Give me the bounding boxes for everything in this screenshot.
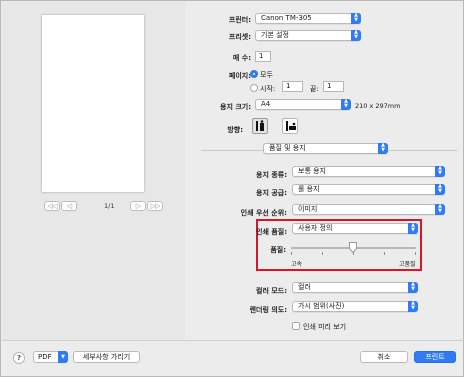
portrait-icon <box>256 120 264 131</box>
chevron-updown-icon: ▲ ▼ <box>435 166 445 177</box>
chevron-updown-icon: ▲ ▼ <box>408 223 418 234</box>
preview-panel: ◁◁ ◁ 1/1 ▷ ▷▷ <box>2 2 185 340</box>
chevron-updown-icon: ▲ ▼ <box>378 143 388 154</box>
pdf-menu-button[interactable]: PDF ▼ <box>33 351 68 363</box>
print-preview-label: 인쇄 미리 보기 <box>303 323 347 331</box>
chevron-updown-icon: ▲ ▼ <box>435 204 445 215</box>
panel-selector-value: 품질 및 용지 <box>269 144 306 152</box>
pages-all-radio[interactable] <box>250 70 258 78</box>
paper-source-select[interactable]: 롤 용지 ▲ ▼ <box>292 184 445 195</box>
orientation-label: 방향: <box>227 126 243 134</box>
chevron-updown-icon: ▲ ▼ <box>408 282 418 293</box>
prev-page-button[interactable]: ◁ <box>61 201 77 211</box>
pages-from-field[interactable]: 1 <box>282 81 303 92</box>
print-quality-select[interactable]: 사용자 정의 ▲ ▼ <box>292 223 418 234</box>
color-mode-value: 컬러 <box>298 283 311 291</box>
paper-dimensions: 210 x 297mm <box>355 102 401 110</box>
paper-source-value: 롤 용지 <box>298 185 320 193</box>
pages-to-label: 끝: <box>310 85 319 93</box>
pages-to-field[interactable]: 1 <box>323 81 344 92</box>
help-button[interactable]: ? <box>13 352 25 364</box>
paper-source-label: 용지 공급: <box>256 189 287 197</box>
footer-divider <box>2 340 464 341</box>
print-quality-label: 인쇄 품질: <box>256 228 287 236</box>
print-quality-value: 사용자 정의 <box>298 224 333 232</box>
rendering-intent-label: 렌더링 의도: <box>249 306 287 314</box>
pages-range-radio[interactable] <box>250 84 258 92</box>
chevron-updown-icon: ▲ ▼ <box>435 184 445 195</box>
quality-max-label: 고품질 <box>399 261 416 268</box>
color-mode-select[interactable]: 컬러 ▲ ▼ <box>292 282 418 293</box>
panel-selector[interactable]: 품질 및 용지 ▲ ▼ <box>263 143 388 154</box>
printer-select[interactable]: Canon TM-305 ▲ ▼ <box>255 13 361 24</box>
hide-details-button[interactable]: 세부사항 가리기 <box>73 351 140 363</box>
pages-all-label: 모두 <box>260 71 273 79</box>
chevron-updown-icon: ▲ ▼ <box>351 13 361 24</box>
preset-select[interactable]: 기본 설정 ▲ ▼ <box>255 30 361 41</box>
chevron-down-icon: ▼ <box>58 351 68 363</box>
print-button[interactable]: 프린트 <box>414 351 456 363</box>
copies-field[interactable]: 1 <box>255 51 271 62</box>
pages-label: 페이지: <box>228 72 251 80</box>
print-dialog: ◁◁ ◁ 1/1 ▷ ▷▷ 프린터: Canon TM-305 ▲ ▼ 프리셋: … <box>0 0 464 377</box>
quality-slider-knob[interactable] <box>349 242 357 254</box>
copies-label: 매 수: <box>232 54 251 62</box>
preset-value: 기본 설정 <box>261 31 289 39</box>
print-priority-select[interactable]: 이미지 ▲ ▼ <box>292 204 445 215</box>
chevron-updown-icon: ▲ ▼ <box>341 99 351 110</box>
rendering-intent-value: 가시 범위(사진) <box>298 302 345 310</box>
quality-slider-label: 품질: <box>270 246 286 254</box>
slider-thumb-icon <box>349 242 357 254</box>
portrait-button[interactable] <box>252 118 268 134</box>
first-page-button[interactable]: ◁◁ <box>44 201 60 211</box>
paper-size-select[interactable]: A4 ▲ ▼ <box>255 99 351 110</box>
page-navigator: ◁◁ ◁ 1/1 ▷ ▷▷ <box>44 201 184 213</box>
media-type-select[interactable]: 보통 용지 ▲ ▼ <box>292 166 445 177</box>
print-priority-value: 이미지 <box>298 205 318 213</box>
page-preview <box>42 15 144 192</box>
print-priority-label: 인쇄 우선 순위: <box>240 209 287 217</box>
landscape-icon <box>286 121 296 131</box>
landscape-button[interactable] <box>282 118 298 134</box>
paper-size-value: A4 <box>261 100 271 108</box>
color-mode-label: 컬러 모드: <box>256 287 287 295</box>
cancel-button[interactable]: 취소 <box>360 351 408 363</box>
last-page-button[interactable]: ▷▷ <box>147 201 163 211</box>
chevron-updown-icon: ▲ ▼ <box>351 30 361 41</box>
printer-label: 프린터: <box>228 16 251 24</box>
print-preview-checkbox[interactable] <box>292 322 300 330</box>
printer-value: Canon TM-305 <box>261 14 312 22</box>
media-type-value: 보통 용지 <box>298 167 326 175</box>
paper-size-label: 용지 크기: <box>220 103 251 111</box>
pages-from-label: 시작: <box>260 85 276 93</box>
media-type-label: 용지 종류: <box>256 171 287 179</box>
rendering-intent-select[interactable]: 가시 범위(사진) ▲ ▼ <box>292 301 418 312</box>
quality-min-label: 고속 <box>291 261 303 268</box>
pdf-label: PDF <box>38 353 52 361</box>
page-indicator: 1/1 <box>104 202 115 210</box>
chevron-updown-icon: ▲ ▼ <box>408 301 418 312</box>
preset-label: 프리셋: <box>228 33 251 41</box>
next-page-button[interactable]: ▷ <box>130 201 146 211</box>
